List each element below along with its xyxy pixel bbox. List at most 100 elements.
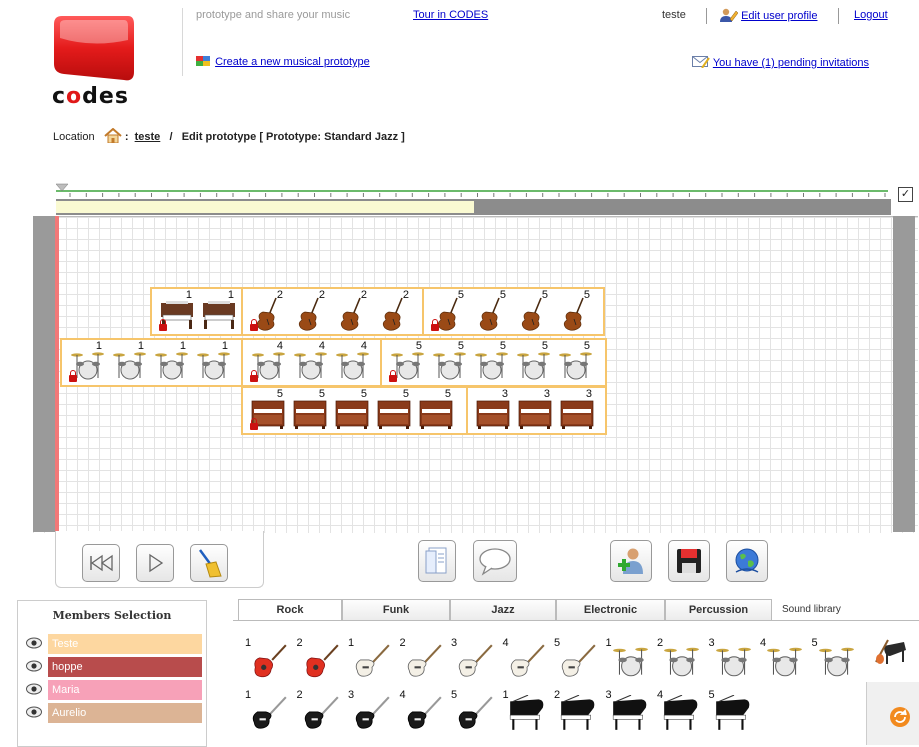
drums-pattern-cell[interactable]: 1 xyxy=(66,339,108,385)
bass-pattern-cell[interactable]: 5 xyxy=(512,288,554,334)
eye-icon[interactable] xyxy=(26,660,42,672)
invitations-row[interactable]: You have (1) pending invitations xyxy=(692,55,869,69)
piano-pattern-block[interactable]: 5 5 5 5 5 xyxy=(241,386,468,435)
grand-piano-sample[interactable]: 2 xyxy=(554,689,598,733)
publish-button[interactable] xyxy=(726,540,768,582)
home-icon[interactable] xyxy=(104,127,122,144)
red-guitar-sample[interactable]: 1 xyxy=(245,637,289,681)
playhead[interactable] xyxy=(55,216,59,532)
grand-piano-sample[interactable]: 1 xyxy=(503,689,547,733)
drums-pattern-block[interactable]: 5 5 5 5 5 xyxy=(380,338,607,387)
drums-pattern-cell[interactable]: 5 xyxy=(428,339,470,385)
drums-pattern-cell[interactable]: 5 xyxy=(554,339,596,385)
breadcrumb-user-link[interactable]: teste xyxy=(135,131,161,143)
white-guitar-sample[interactable]: 5 xyxy=(554,637,598,681)
drums-pattern-cell[interactable]: 1 xyxy=(150,339,192,385)
black-guitar-sample[interactable]: 5 xyxy=(451,689,495,733)
grand-piano-sample[interactable]: 4 xyxy=(657,689,701,733)
drums-pattern-cell[interactable]: 1 xyxy=(192,339,234,385)
position-marker-icon[interactable] xyxy=(56,183,69,192)
piano-pattern-cell[interactable]: 3 xyxy=(472,387,514,433)
drums-sample[interactable]: 2 xyxy=(657,637,701,681)
piano-pattern-cell[interactable]: 5 xyxy=(331,387,373,433)
tab-jazz[interactable]: Jazz xyxy=(450,599,556,621)
tab-percussion[interactable]: Percussion xyxy=(665,599,772,621)
timeline-scrollbar[interactable] xyxy=(56,199,891,215)
black-guitar-sample[interactable]: 3 xyxy=(348,689,392,733)
grand-piano-sample[interactable]: 5 xyxy=(709,689,753,733)
bass-pattern-cell[interactable]: 5 xyxy=(470,288,512,334)
rewind-button[interactable] xyxy=(82,544,120,582)
add-member-button[interactable] xyxy=(610,540,652,582)
codes-logo[interactable] xyxy=(52,14,136,86)
drums-sample[interactable]: 5 xyxy=(812,637,856,681)
edit-profile-row[interactable]: Edit user profile xyxy=(720,8,818,22)
drums-pattern-cell[interactable]: 4 xyxy=(289,339,331,385)
drums-sample[interactable]: 3 xyxy=(709,637,753,681)
organ-pattern-cell[interactable]: 1 xyxy=(156,288,198,334)
drums-pattern-cell[interactable]: 5 xyxy=(470,339,512,385)
drums-pattern-block[interactable]: 1 1 1 1 xyxy=(60,338,243,387)
edit-profile-link[interactable]: Edit user profile xyxy=(741,10,817,22)
grid-scrollbar[interactable] xyxy=(893,216,915,532)
timeline-ruler[interactable] xyxy=(56,183,888,199)
piano-pattern-cell[interactable]: 5 xyxy=(373,387,415,433)
grand-piano-sample[interactable]: 3 xyxy=(606,689,650,733)
white-guitar-sample[interactable]: 1 xyxy=(348,637,392,681)
member-item[interactable]: Maria xyxy=(26,680,204,700)
drums-pattern-cell[interactable]: 5 xyxy=(386,339,428,385)
eye-icon[interactable] xyxy=(26,683,42,695)
drums-pattern-cell[interactable]: 4 xyxy=(247,339,289,385)
white-guitar-sample[interactable]: 2 xyxy=(400,637,444,681)
drums-pattern-block[interactable]: 4 4 4 xyxy=(241,338,382,387)
save-button[interactable] xyxy=(668,540,710,582)
piano-pattern-cell[interactable]: 3 xyxy=(514,387,556,433)
notes-button[interactable] xyxy=(418,540,456,582)
eye-icon[interactable] xyxy=(26,706,42,718)
clear-button[interactable] xyxy=(190,544,228,582)
white-guitar-sample[interactable]: 3 xyxy=(451,637,495,681)
drums-pattern-cell[interactable]: 5 xyxy=(512,339,554,385)
organ-pattern-cell[interactable]: 1 xyxy=(198,288,240,334)
play-button[interactable] xyxy=(136,544,174,582)
member-item[interactable]: Teste xyxy=(26,634,204,654)
member-item[interactable]: hoppe xyxy=(26,657,204,677)
bass-pattern-cell[interactable]: 2 xyxy=(247,288,289,334)
drums-pattern-cell[interactable]: 1 xyxy=(108,339,150,385)
black-guitar-sample[interactable]: 1 xyxy=(245,689,289,733)
piano-pattern-cell[interactable]: 5 xyxy=(415,387,457,433)
logout-link[interactable]: Logout xyxy=(854,9,888,21)
create-prototype-link[interactable]: Create a new musical prototype xyxy=(215,56,370,68)
bass-pattern-cell[interactable]: 2 xyxy=(289,288,331,334)
invitations-link[interactable]: You have (1) pending invitations xyxy=(713,57,869,69)
eye-icon[interactable] xyxy=(26,637,42,649)
tab-electronic[interactable]: Electronic xyxy=(556,599,665,621)
white-guitar-sample[interactable]: 4 xyxy=(503,637,547,681)
tab-funk[interactable]: Funk xyxy=(342,599,450,621)
sound-library-label[interactable]: Sound library xyxy=(782,604,841,615)
piano-pattern-block[interactable]: 3 3 3 xyxy=(466,386,607,435)
tour-link[interactable]: Tour in CODES xyxy=(413,9,488,21)
library-extra-instrument[interactable] xyxy=(874,632,910,671)
bass-pattern-cell[interactable]: 5 xyxy=(428,288,470,334)
drums-pattern-cell[interactable]: 4 xyxy=(331,339,373,385)
refresh-icon[interactable] xyxy=(889,706,911,728)
tab-rock[interactable]: Rock xyxy=(238,599,342,621)
piano-pattern-cell[interactable]: 5 xyxy=(289,387,331,433)
black-guitar-sample[interactable]: 2 xyxy=(297,689,341,733)
bass-pattern-cell[interactable]: 2 xyxy=(331,288,373,334)
piano-pattern-cell[interactable]: 3 xyxy=(556,387,598,433)
loop-checkbox[interactable]: ✓ xyxy=(898,187,913,202)
organ-pattern-block[interactable]: 11 xyxy=(150,287,243,336)
drums-sample[interactable]: 4 xyxy=(760,637,804,681)
comment-button[interactable] xyxy=(473,540,517,582)
bass-pattern-cell[interactable]: 5 xyxy=(554,288,596,334)
bass-pattern-block[interactable]: 2 2 2 2 xyxy=(241,287,424,336)
black-guitar-sample[interactable]: 4 xyxy=(400,689,444,733)
bass-pattern-cell[interactable]: 2 xyxy=(373,288,415,334)
piano-pattern-cell[interactable]: 5 xyxy=(247,387,289,433)
member-item[interactable]: Aurelio xyxy=(26,703,204,723)
scrollbar-thumb[interactable] xyxy=(56,201,474,213)
create-prototype-row[interactable]: Create a new musical prototype xyxy=(196,55,370,68)
drums-sample[interactable]: 1 xyxy=(606,637,650,681)
